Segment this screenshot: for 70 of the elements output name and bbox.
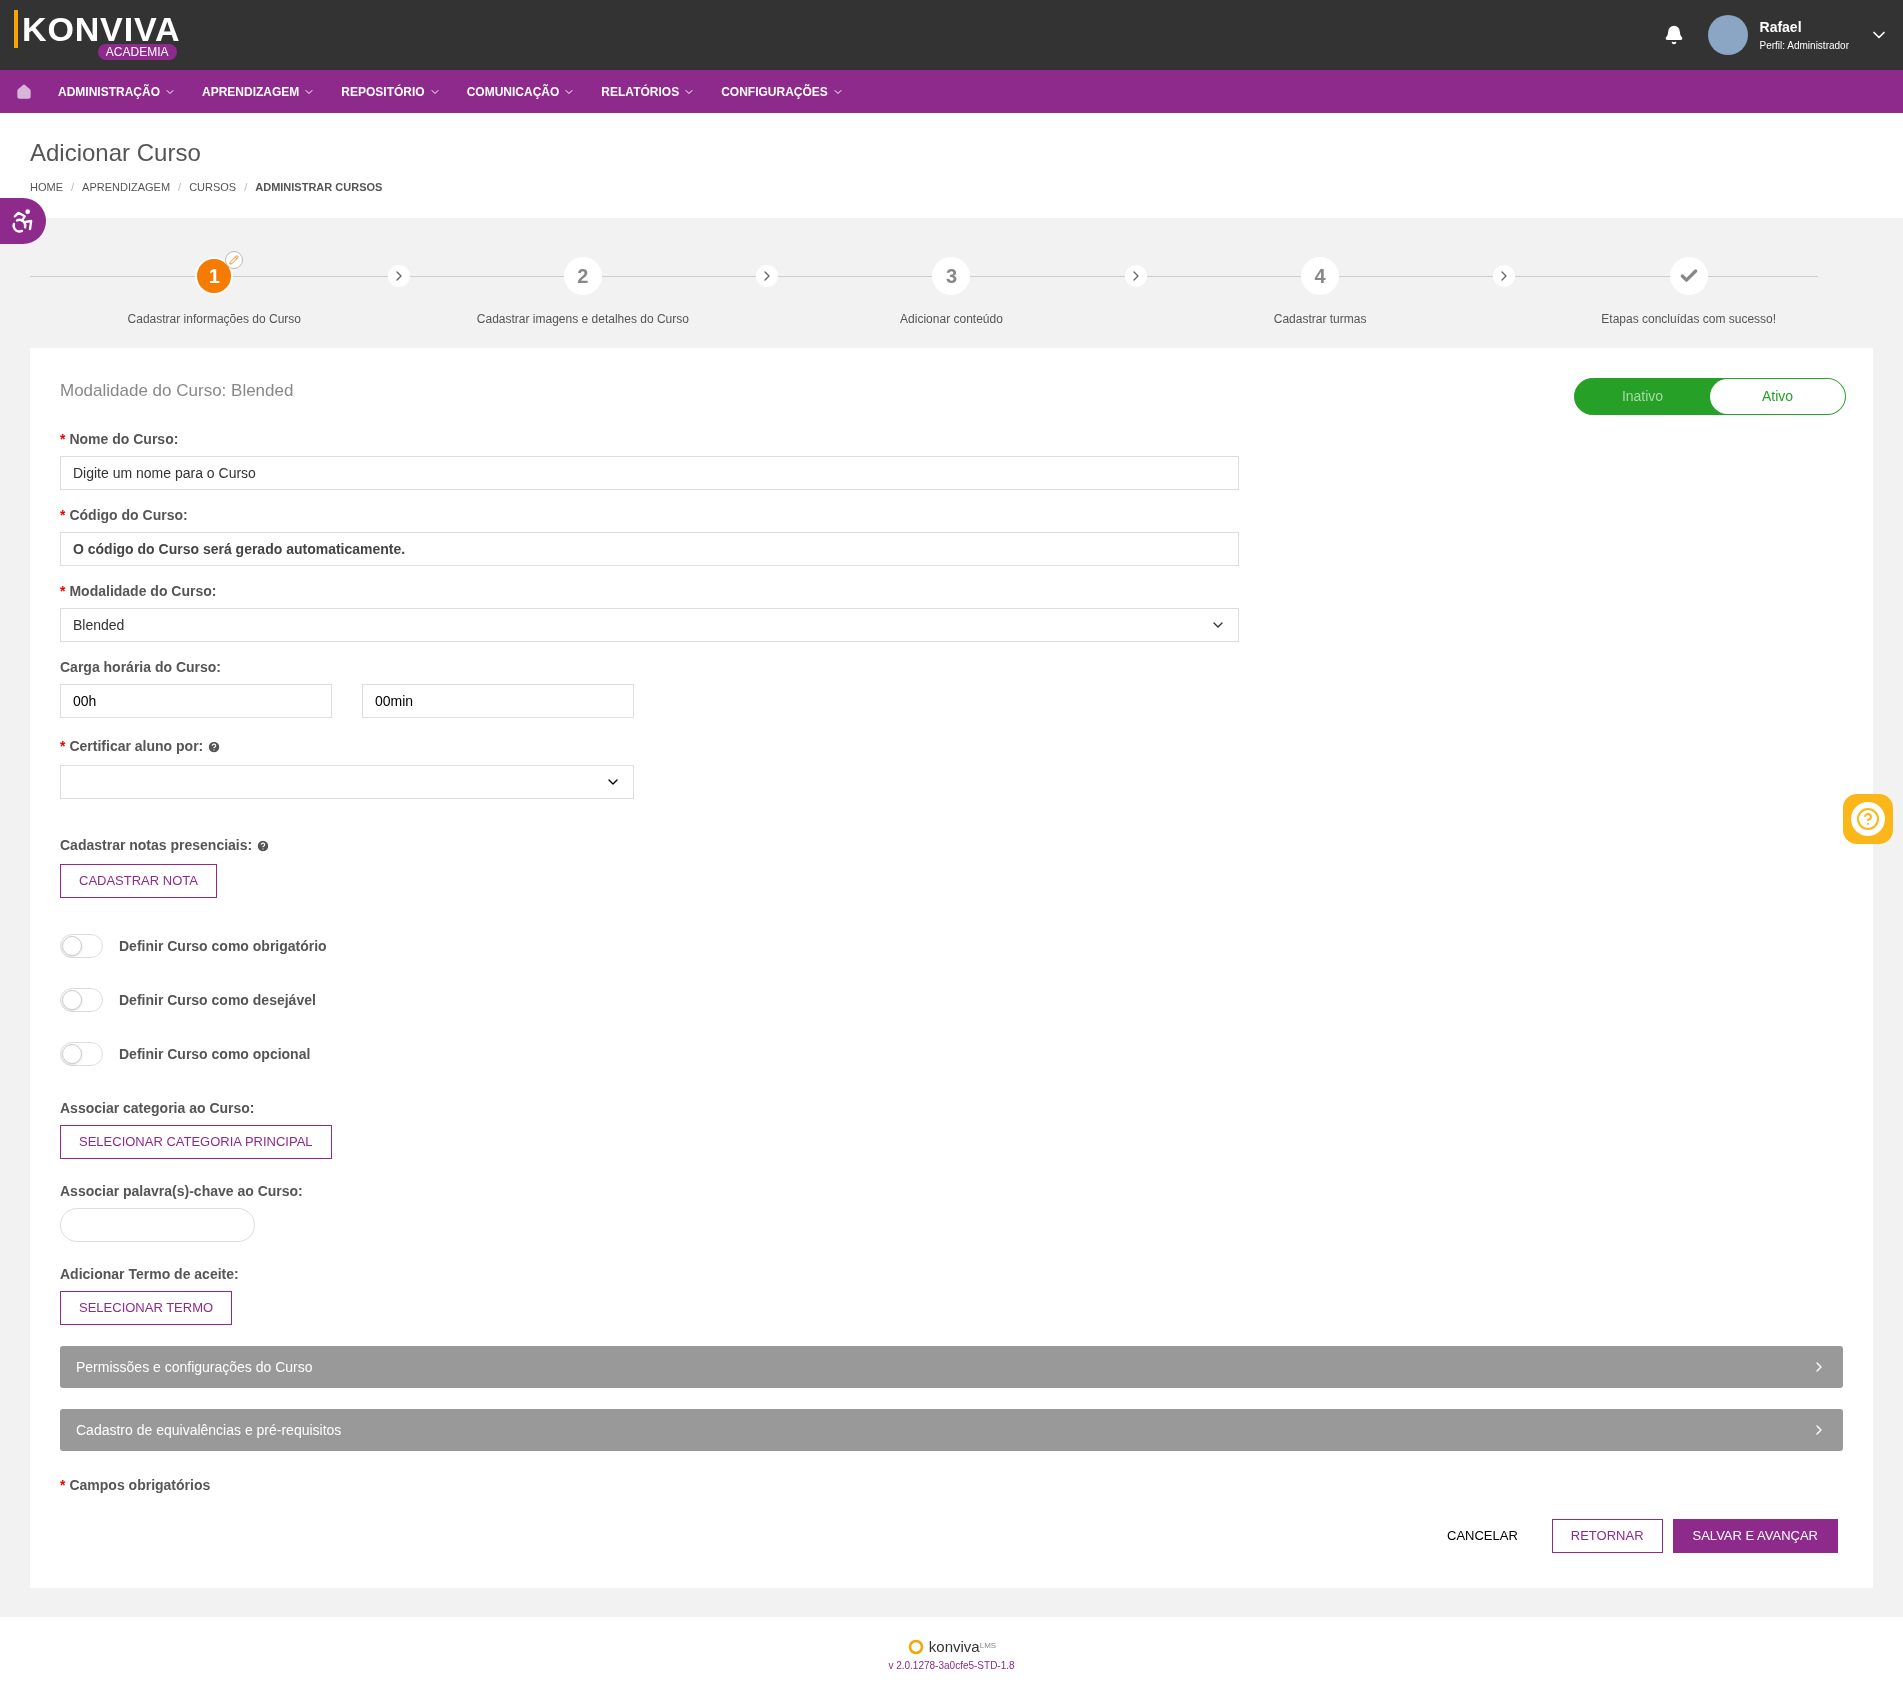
- help-icon[interactable]: [207, 739, 222, 754]
- outline-button[interactable]: RETORNAR: [1551, 1519, 1663, 1553]
- pencil-badge: [225, 251, 244, 269]
- step-label: Cadastrar informações do Curso: [127, 311, 301, 328]
- breadcrumb-separator: /: [178, 180, 182, 195]
- chevron-icon: [387, 265, 410, 287]
- field-label: Código do Curso:: [69, 506, 188, 525]
- breadcrumb-link[interactable]: CURSOS: [189, 179, 237, 196]
- course-code-field[interactable]: O código do Curso será gerado automaticamente.: [60, 532, 1239, 566]
- course-name-field[interactable]: Digite um nome para o Curso: [60, 456, 1239, 490]
- field-label: Carga horária do Curso:: [60, 658, 222, 677]
- step-label: Cadastrar imagens e detalhes do Curso: [476, 311, 689, 328]
- breadcrumb-link[interactable]: APRENDIZAGEM: [82, 179, 171, 196]
- form-heading: Modalidade do Curso: Blended: [60, 380, 294, 402]
- required-asterisk: *: [60, 737, 66, 756]
- outline-button[interactable]: SELECIONAR TERMO: [60, 1291, 233, 1325]
- nav-item[interactable]: CONFIGURAÇÕES: [721, 82, 844, 101]
- required-asterisk: *: [60, 582, 66, 601]
- breadcrumb-link[interactable]: ADMINISTRAR CURSOS: [255, 179, 383, 196]
- nav-item[interactable]: REPOSITÓRIO: [341, 82, 441, 101]
- version-text: v 2.0.1278-3a0cfe5-STD-1.8: [888, 1659, 1015, 1674]
- accessibility-button[interactable]: [0, 198, 46, 244]
- user-name: Rafael: [1759, 18, 1803, 37]
- cancel-button[interactable]: CANCELAR: [1423, 1519, 1542, 1553]
- status-option[interactable]: Ativo: [1710, 379, 1845, 414]
- brand-badge: ACADEMIA: [97, 44, 177, 60]
- chevron-icon: [756, 265, 779, 287]
- question-bubble-icon: [1851, 802, 1885, 836]
- toggle-switch[interactable]: [60, 934, 103, 958]
- field-label: Nome do Curso:: [69, 430, 179, 449]
- field-label: Adicionar Termo de aceite:: [60, 1265, 239, 1284]
- field-label: Certificar aluno por:: [69, 737, 204, 756]
- chevron-icon: [1493, 265, 1516, 287]
- footer-brand: konviva$^{LMS}$: [928, 1636, 997, 1657]
- user-role: Perfil: Administrador: [1759, 39, 1849, 53]
- toggle-label: Definir Curso como opcional: [119, 1044, 311, 1064]
- minutes-field[interactable]: 00min: [362, 684, 634, 718]
- required-asterisk: *: [60, 1476, 66, 1495]
- nav-item[interactable]: COMUNICAÇÃO: [466, 82, 576, 101]
- field-label: Modalidade do Curso:: [69, 582, 217, 601]
- step-label: Cadastrar turmas: [1273, 311, 1367, 328]
- field-label: Associar palavra(s)-chave ao Curso:: [60, 1182, 303, 1201]
- help-icon[interactable]: [256, 838, 271, 853]
- required-asterisk: *: [60, 506, 66, 525]
- chevron-icon: [1124, 265, 1147, 287]
- page-title: Adicionar Curso: [30, 138, 202, 168]
- required-note: Campos obrigatórios: [69, 1476, 211, 1495]
- outline-button[interactable]: SELECIONAR CATEGORIA PRINCIPAL: [60, 1125, 332, 1159]
- toggle-switch[interactable]: [60, 1042, 103, 1066]
- toggle-label: Definir Curso como obrigatório: [119, 936, 327, 956]
- toggle-label: Definir Curso como desejável: [119, 990, 316, 1010]
- outline-button[interactable]: CADASTRAR NOTA: [60, 864, 217, 898]
- nav-item[interactable]: RELATÓRIOS: [601, 82, 696, 101]
- avatar[interactable]: [1707, 15, 1748, 55]
- nav-item[interactable]: APRENDIZAGEM: [202, 82, 316, 101]
- modality-select[interactable]: Blended: [60, 608, 1239, 642]
- required-asterisk: *: [60, 430, 66, 449]
- nav-item[interactable]: ADMINISTRAÇÃO: [58, 82, 176, 101]
- hours-field[interactable]: 00h: [60, 684, 332, 718]
- notification-bell-icon[interactable]: [1663, 25, 1684, 45]
- toggle-switch[interactable]: [60, 988, 103, 1012]
- step-label: Adicionar conteúdo: [900, 311, 1003, 328]
- breadcrumb-separator: /: [244, 180, 248, 195]
- breadcrumb-separator: /: [71, 180, 75, 195]
- step-label: Etapas concluídas com sucesso!: [1601, 311, 1777, 328]
- home-icon[interactable]: [16, 83, 32, 100]
- field-label: Cadastrar notas presenciais:: [60, 836, 253, 855]
- save-button[interactable]: SALVAR E AVANÇAR: [1672, 1519, 1838, 1553]
- breadcrumb-link[interactable]: HOME: [30, 179, 63, 196]
- field-label: Associar categoria ao Curso:: [60, 1099, 255, 1118]
